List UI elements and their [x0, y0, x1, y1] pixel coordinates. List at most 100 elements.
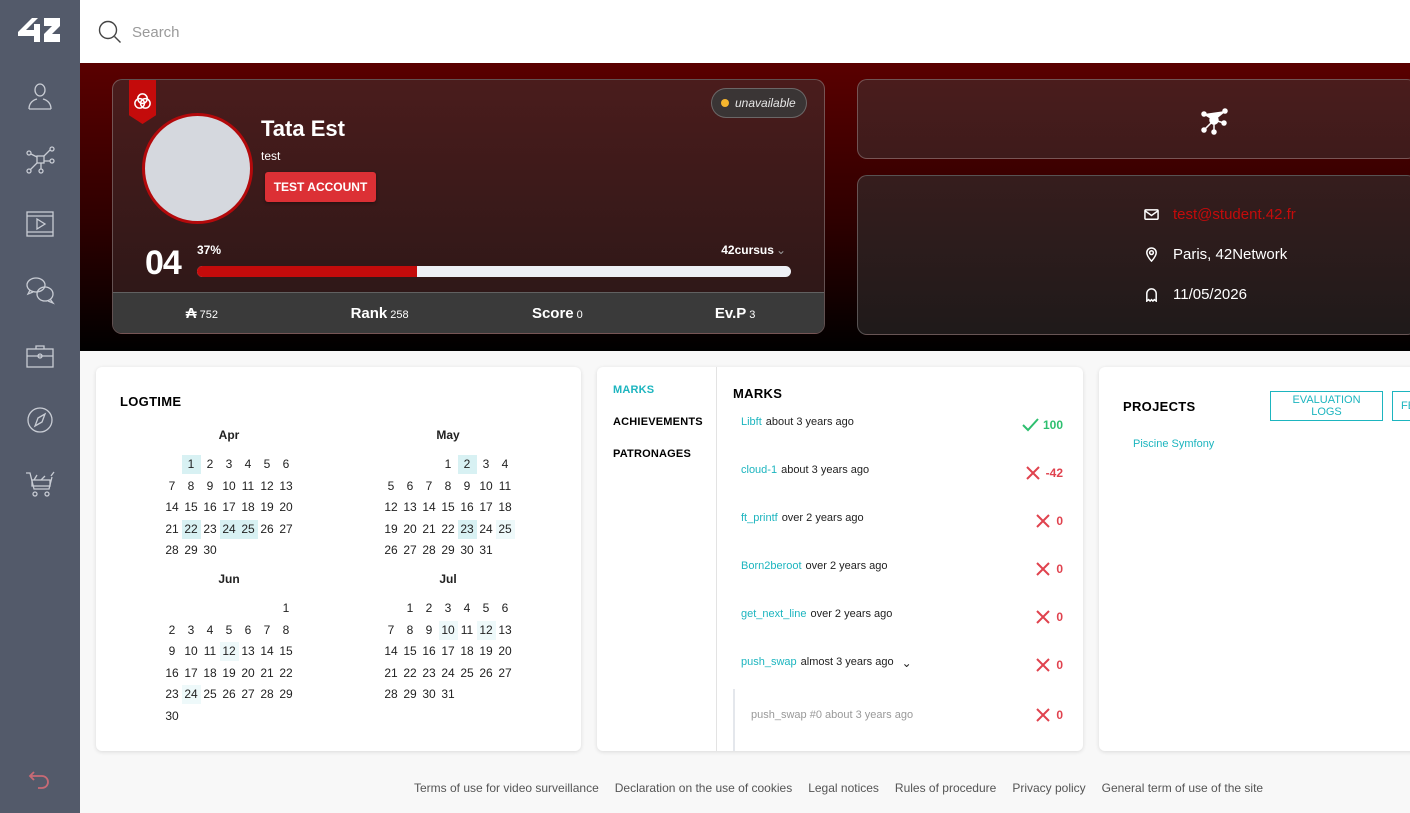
sidebar-item-profile[interactable] [24, 80, 56, 112]
calendar-day[interactable]: 9 [163, 642, 182, 661]
calendar-day[interactable]: 13 [401, 498, 420, 517]
sidebar-item-exam[interactable] [24, 404, 56, 436]
coalition-card[interactable] [857, 79, 1410, 159]
calendar-day[interactable]: 20 [496, 642, 515, 661]
calendar-day[interactable]: 8 [401, 621, 420, 640]
calendar-day[interactable]: 30 [458, 541, 477, 560]
calendar-day[interactable]: 7 [420, 477, 439, 496]
footer-link-cookies[interactable]: Declaration on the use of cookies [615, 781, 792, 795]
calendar-day[interactable]: 20 [401, 520, 420, 539]
calendar-day[interactable]: 24 [439, 664, 458, 683]
calendar-day[interactable]: 10 [477, 477, 496, 496]
calendar-day[interactable]: 11 [201, 642, 220, 661]
footer-link-rules[interactable]: Rules of procedure [895, 781, 996, 795]
calendar-day[interactable]: 16 [201, 498, 220, 517]
chevron-down-icon[interactable]: ⌄ [902, 656, 912, 670]
calendar-day[interactable]: 10 [220, 477, 239, 496]
calendar-day[interactable]: 5 [220, 621, 239, 640]
calendar-day[interactable]: 20 [239, 664, 258, 683]
calendar-day[interactable]: 17 [220, 498, 239, 517]
calendar-day[interactable]: 12 [258, 477, 277, 496]
calendar-day[interactable]: 7 [258, 621, 277, 640]
calendar-day[interactable]: 24 [181, 685, 201, 704]
calendar-day[interactable]: 1 [277, 599, 296, 618]
calendar-day[interactable]: 29 [277, 685, 296, 704]
calendar-day[interactable]: 8 [277, 621, 296, 640]
calendar-day[interactable]: 25 [458, 664, 477, 683]
sidebar-item-elearning[interactable] [24, 208, 56, 240]
calendar-day[interactable]: 18 [496, 498, 515, 517]
calendar-day[interactable]: 26 [220, 685, 239, 704]
calendar-day[interactable]: 6 [401, 477, 420, 496]
calendar-day[interactable]: 14 [382, 642, 401, 661]
calendar-day[interactable]: 30 [420, 685, 439, 704]
calendar-day[interactable]: 27 [277, 520, 296, 539]
fe-button[interactable]: FE [1392, 391, 1410, 421]
calendar-day[interactable]: 9 [201, 477, 220, 496]
mark-project-link[interactable]: cloud-1 [741, 464, 777, 476]
email-link[interactable]: test@student.42.fr [1173, 206, 1296, 223]
calendar-day[interactable]: 21 [420, 520, 439, 539]
calendar-day[interactable]: 25 [201, 685, 220, 704]
calendar-day[interactable]: 19 [382, 520, 401, 539]
calendar-day[interactable]: 14 [163, 498, 182, 517]
calendar-day[interactable]: 13 [496, 621, 515, 640]
calendar-day[interactable]: 28 [258, 685, 277, 704]
calendar-day[interactable]: 12 [219, 642, 239, 661]
calendar-day[interactable]: 13 [239, 642, 258, 661]
calendar-day[interactable]: 27 [496, 664, 515, 683]
calendar-day[interactable]: 12 [382, 498, 401, 517]
tab-marks[interactable]: MARKS [613, 384, 654, 396]
project-link[interactable]: Piscine Symfony [1133, 438, 1214, 450]
mark-project-link[interactable]: ft_printf [741, 512, 778, 524]
evaluation-logs-button[interactable]: EVALUATION LOGS [1270, 391, 1383, 421]
calendar-day[interactable]: 6 [277, 455, 296, 474]
calendar-day[interactable]: 19 [477, 642, 496, 661]
calendar-day[interactable]: 20 [277, 498, 296, 517]
calendar-day[interactable]: 4 [496, 455, 515, 474]
calendar-day[interactable]: 29 [439, 541, 458, 560]
calendar-day[interactable]: 5 [258, 455, 277, 474]
calendar-day[interactable]: 6 [239, 621, 258, 640]
calendar-day[interactable]: 15 [182, 498, 201, 517]
calendar-day[interactable]: 15 [401, 642, 420, 661]
calendar-day[interactable]: 4 [458, 599, 477, 618]
calendar-day[interactable]: 15 [439, 498, 458, 517]
calendar-day[interactable]: 29 [182, 541, 201, 560]
tab-achievements[interactable]: ACHIEVEMENTS [613, 416, 703, 428]
calendar-day[interactable]: 23 [201, 520, 220, 539]
calendar-day[interactable]: 22 [401, 664, 420, 683]
calendar-day[interactable]: 18 [239, 498, 258, 517]
calendar-day[interactable]: 3 [439, 599, 458, 618]
calendar-day[interactable]: 24 [219, 519, 239, 539]
calendar-day[interactable]: 12 [476, 620, 496, 640]
calendar-day[interactable]: 2 [457, 455, 477, 474]
calendar-day[interactable]: 1 [181, 455, 201, 474]
calendar-day[interactable]: 2 [163, 621, 182, 640]
calendar-day[interactable]: 17 [477, 498, 496, 517]
sidebar-item-forum[interactable] [24, 274, 56, 306]
calendar-day[interactable]: 30 [163, 707, 182, 726]
calendar-day[interactable]: 18 [458, 642, 477, 661]
sidebar-item-holy-graph[interactable] [24, 144, 56, 176]
logout-button[interactable] [24, 764, 56, 796]
calendar-day[interactable]: 7 [382, 621, 401, 640]
calendar-day[interactable]: 24 [477, 520, 496, 539]
calendar-day[interactable]: 11 [458, 621, 477, 640]
calendar-day[interactable]: 31 [477, 541, 496, 560]
footer-link-privacy[interactable]: Privacy policy [1012, 781, 1085, 795]
calendar-day[interactable]: 22 [181, 519, 201, 539]
calendar-day[interactable]: 4 [201, 621, 220, 640]
calendar-day[interactable]: 23 [420, 664, 439, 683]
calendar-day[interactable]: 11 [239, 477, 258, 496]
calendar-day[interactable]: 3 [182, 621, 201, 640]
calendar-day[interactable]: 22 [277, 664, 296, 683]
calendar-day[interactable]: 1 [401, 599, 420, 618]
calendar-day[interactable]: 7 [163, 477, 182, 496]
calendar-day[interactable]: 26 [382, 541, 401, 560]
footer-link-legal-notices[interactable]: Legal notices [808, 781, 879, 795]
test-account-button[interactable]: TEST ACCOUNT [265, 172, 376, 202]
avatar[interactable] [142, 113, 253, 224]
calendar-day[interactable]: 4 [239, 455, 258, 474]
calendar-day[interactable]: 2 [201, 455, 220, 474]
